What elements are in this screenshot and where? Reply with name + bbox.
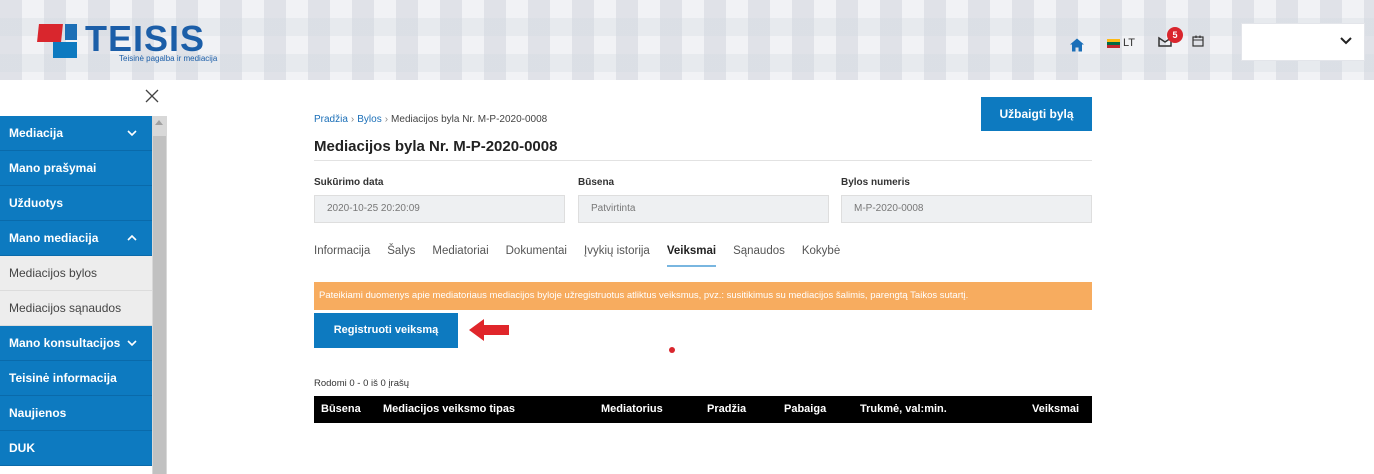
notification-badge[interactable]: 5 (1167, 27, 1183, 43)
sidebar-item-mano-konsultacijos[interactable]: Mano konsultacijos (0, 326, 152, 361)
sidebar-item-mediacijos-bylos[interactable]: Mediacijos bylos (0, 256, 152, 291)
breadcrumb-cases[interactable]: Bylos (357, 114, 381, 125)
breadcrumb-current: Mediacijos byla Nr. M-P-2020-0008 (391, 114, 548, 125)
red-dot-marker (669, 347, 675, 353)
register-action-button[interactable]: Registruoti veiksmą (314, 313, 458, 348)
teisis-logo[interactable]: TEISIS Teisinė pagalba ir mediacija (35, 21, 217, 63)
status-field: Būsena Patvirtinta (578, 177, 829, 223)
page-title: Mediacijos byla Nr. M-P-2020-0008 (314, 138, 558, 155)
column-header-mediatorius[interactable]: Mediatorius (601, 403, 663, 415)
column-header-pradzia[interactable]: Pradžia (707, 403, 746, 415)
column-header-pabaiga[interactable]: Pabaiga (784, 403, 826, 415)
lithuanian-flag-icon[interactable] (1107, 39, 1120, 48)
scrollbar-thumb[interactable] (153, 136, 166, 474)
chevron-down-icon (127, 130, 137, 137)
case-number-value: M-P-2020-0008 (841, 195, 1092, 223)
red-arrow-icon (469, 319, 509, 341)
divider (314, 160, 1092, 161)
sidebar-item-duk[interactable]: DUK (0, 431, 152, 466)
created-date-value: 2020-10-25 20:20:09 (314, 195, 565, 223)
sidebar: Mediacija Mano prašymai Užduotys Mano me… (0, 80, 167, 474)
breadcrumb: Pradžia › Bylos › Mediacijos byla Nr. M-P-20… (314, 114, 548, 125)
tab-mediatoriai[interactable]: Mediatoriai (432, 245, 488, 267)
chevron-down-icon (1340, 37, 1352, 45)
record-count: Rodomi 0 - 0 iš 0 įrašų (314, 378, 410, 389)
tab-ivykiu-istorija[interactable]: Įvykių istorija (584, 245, 650, 267)
breadcrumb-home[interactable]: Pradžia (314, 114, 348, 125)
sidebar-item-mediacija[interactable]: Mediacija (0, 116, 152, 151)
sidebar-item-naujienos[interactable]: Naujienos (0, 396, 152, 431)
status-value: Patvirtinta (578, 195, 829, 223)
tab-dokumentai[interactable]: Dokumentai (506, 245, 567, 267)
sidebar-item-mano-mediacija[interactable]: Mano mediacija (0, 221, 152, 256)
sidebar-item-mano-prasymai[interactable]: Mano prašymai (0, 151, 152, 186)
sidebar-item-mediacijos-sanaudos[interactable]: Mediacijos sąnaudos (0, 291, 152, 326)
column-header-veiksmo-tipas[interactable]: Mediacijos veiksmo tipas (383, 403, 515, 415)
logo-wordmark: TEISIS (85, 18, 206, 59)
table-header: Būsena Mediacijos veiksmo tipas Mediator… (314, 396, 1092, 423)
created-date-field: Sukūrimo data 2020-10-25 20:20:09 (314, 177, 565, 223)
sidebar-item-uzduotys[interactable]: Užduotys (0, 186, 152, 221)
sidebar-scrollbar[interactable] (152, 116, 167, 474)
sidebar-menu: Mediacija Mano prašymai Užduotys Mano me… (0, 116, 152, 466)
user-menu[interactable] (1241, 23, 1365, 61)
finish-case-button[interactable]: Užbaigti bylą (981, 97, 1092, 131)
home-icon[interactable] (1070, 35, 1084, 55)
tab-sanaudos[interactable]: Sąnaudos (733, 245, 785, 267)
tab-salys[interactable]: Šalys (387, 245, 415, 267)
column-header-veiksmai[interactable]: Veiksmai (1032, 403, 1079, 415)
tab-informacija[interactable]: Informacija (314, 245, 370, 267)
case-number-field: Bylos numeris M-P-2020-0008 (841, 177, 1092, 223)
chevron-up-icon (127, 234, 137, 241)
info-alert: Pateikiami duomenys apie mediatoriaus me… (314, 282, 1092, 310)
language-selector[interactable]: LT (1123, 37, 1135, 49)
column-header-trukme[interactable]: Trukmė, val:min. (860, 403, 947, 415)
tab-kokybe[interactable]: Kokybė (802, 245, 840, 267)
calendar-icon[interactable] (1192, 35, 1204, 47)
close-icon[interactable] (144, 88, 160, 104)
logo-tagline: Teisinė pagalba ir mediacija (119, 54, 218, 63)
case-tabs: Informacija Šalys Mediatoriai Dokumentai… (314, 245, 840, 267)
tab-veiksmai[interactable]: Veiksmai (666, 245, 717, 267)
top-header: TEISIS Teisinė pagalba ir mediacija LT 5 (0, 0, 1374, 80)
chevron-down-icon (127, 340, 137, 347)
scroll-up-arrow-icon[interactable] (155, 120, 163, 125)
sidebar-item-teisine-informacija[interactable]: Teisinė informacija (0, 361, 152, 396)
column-header-busena[interactable]: Būsena (321, 403, 361, 415)
